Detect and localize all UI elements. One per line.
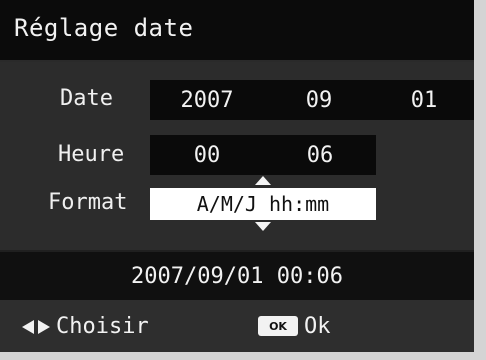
footer-bar: Choisir OK Ok [0, 300, 474, 352]
month-field[interactable]: 09 [264, 80, 374, 120]
up-arrow-icon[interactable] [255, 176, 271, 185]
minute-field[interactable]: 06 [264, 135, 376, 175]
frame-edge-bottom [0, 352, 486, 360]
date-label: Date [60, 86, 113, 111]
page-title: Réglage date [14, 14, 194, 42]
ok-button-icon[interactable]: OK [258, 316, 298, 336]
title-bar: Réglage date [0, 0, 474, 62]
down-arrow-icon[interactable] [255, 222, 271, 231]
settings-panel: Date 2007 09 01 Heure 00 06 Format A/M/J… [0, 62, 474, 250]
camera-settings-screen: Réglage date Date 2007 09 01 Heure 00 06… [0, 0, 486, 360]
hour-field[interactable]: 00 [150, 135, 264, 175]
datetime-readout: 2007/09/01 00:06 [131, 264, 343, 289]
ok-label: Ok [304, 314, 331, 339]
format-selector[interactable]: A/M/J hh:mm [150, 188, 376, 220]
left-arrow-icon [22, 320, 34, 334]
right-arrow-icon [38, 320, 50, 334]
datetime-readout-bar: 2007/09/01 00:06 [0, 250, 474, 300]
choose-label: Choisir [56, 314, 149, 339]
year-field[interactable]: 2007 [150, 80, 264, 120]
time-label: Heure [58, 142, 125, 167]
frame-edge-right [474, 0, 486, 360]
format-label: Format [48, 190, 128, 215]
day-field[interactable]: 01 [374, 80, 474, 120]
